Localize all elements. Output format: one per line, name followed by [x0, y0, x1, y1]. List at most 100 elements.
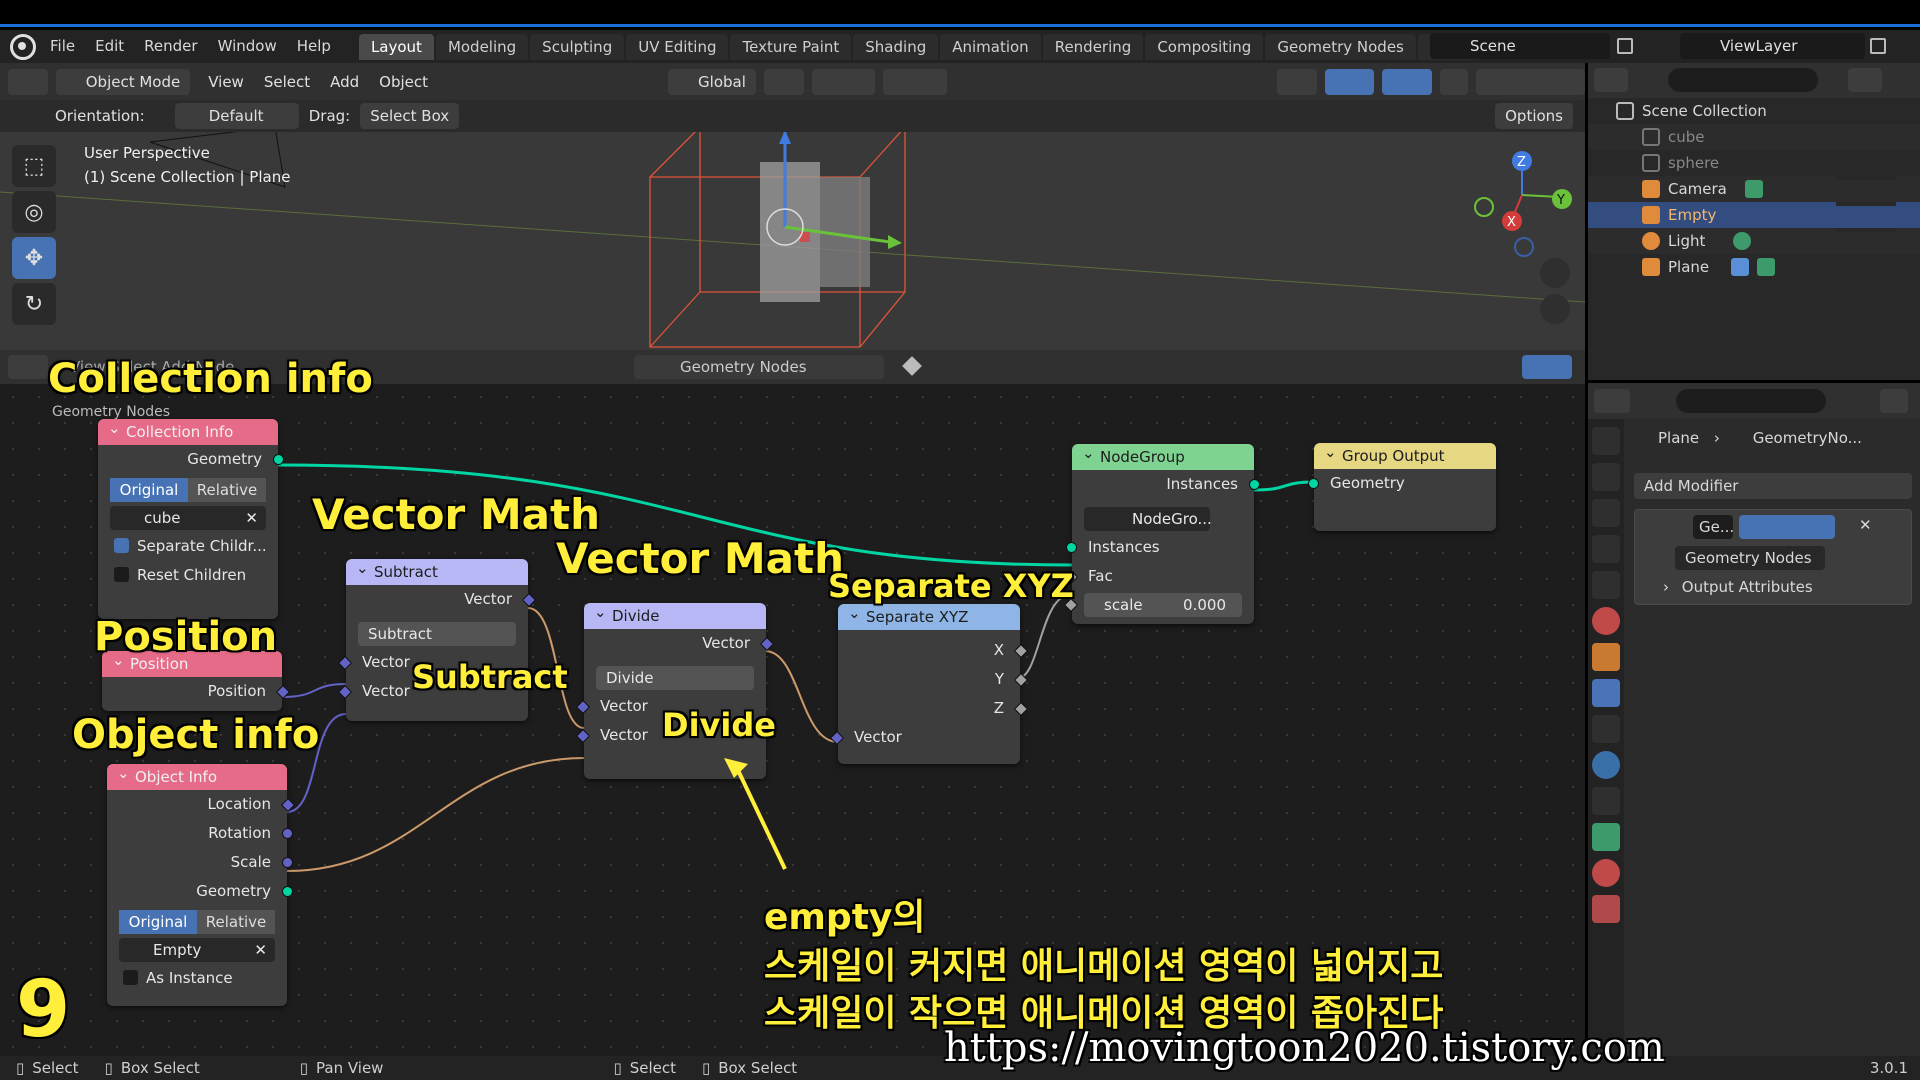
- node-divide[interactable]: Divide Vector Divide Vector Vector: [575, 599, 775, 779]
- modifier-toggles[interactable]: [1739, 515, 1835, 539]
- rotate-tool-icon[interactable]: ↻: [12, 283, 56, 325]
- object-tab-icon[interactable]: [1592, 643, 1620, 671]
- node-title[interactable]: Separate XYZ: [838, 600, 1020, 630]
- material-tab-icon[interactable]: [1592, 859, 1620, 887]
- wrench-icon[interactable]: [1731, 258, 1750, 276]
- close-icon[interactable]: ✕: [1859, 516, 1872, 534]
- data-tab-icon[interactable]: [1592, 823, 1620, 851]
- drag-dropdown[interactable]: Select Box: [360, 103, 460, 129]
- snap-icon[interactable]: [811, 68, 876, 95]
- tool-tab-icon[interactable]: [1592, 427, 1620, 455]
- outliner-search-input[interactable]: [1668, 68, 1818, 92]
- tab-uv-editing[interactable]: UV Editing: [626, 33, 729, 60]
- geometry-socket[interactable]: [1249, 479, 1260, 490]
- outliner-item-cube[interactable]: cube: [1588, 124, 1920, 150]
- view-layer-tab-icon[interactable]: [1592, 535, 1620, 563]
- pin-icon[interactable]: [902, 356, 922, 376]
- menu-add[interactable]: Add: [320, 73, 369, 91]
- constraints-tab-icon[interactable]: [1592, 787, 1620, 815]
- navigation-gizmo[interactable]: Z Y X: [1470, 147, 1580, 257]
- option-separate-children[interactable]: Separate Childr...: [98, 532, 278, 561]
- modifier-tab-icon[interactable]: [1592, 679, 1620, 707]
- editor-type-button[interactable]: [8, 68, 48, 95]
- physics-tab-icon[interactable]: [1592, 751, 1620, 779]
- object-mode-dropdown[interactable]: Object Mode: [55, 68, 191, 95]
- node-title[interactable]: Divide: [584, 599, 766, 629]
- select-tool-icon[interactable]: ⬚: [12, 145, 56, 187]
- option-as-instance[interactable]: As Instance: [107, 964, 287, 993]
- menu-view[interactable]: View: [198, 73, 254, 91]
- texture-tab-icon[interactable]: [1592, 895, 1620, 923]
- tab-geometry-nodes[interactable]: Geometry Nodes: [1265, 33, 1416, 60]
- gizmo-icon[interactable]: [1324, 68, 1375, 95]
- zoom-icon[interactable]: [1540, 258, 1570, 288]
- overlay-toggle-icon[interactable]: [1522, 355, 1572, 379]
- tab-texture-paint[interactable]: Texture Paint: [730, 33, 852, 60]
- output-tab-icon[interactable]: [1592, 499, 1620, 527]
- original-option[interactable]: Original: [110, 478, 188, 502]
- menu-help[interactable]: Help: [287, 30, 341, 63]
- menu-render[interactable]: Render: [134, 30, 207, 63]
- node-object-info[interactable]: Object Info Location Rotation Scale Geom…: [107, 760, 296, 1006]
- scene-new-icon[interactable]: [1617, 38, 1633, 54]
- 3d-viewport[interactable]: User Perspective (1) Scene Collection | …: [0, 132, 1585, 350]
- scene-selector[interactable]: Scene: [1430, 33, 1610, 59]
- vector-socket[interactable]: [282, 857, 293, 868]
- options-button[interactable]: Options: [1495, 103, 1573, 129]
- proportional-edit-icon[interactable]: [883, 68, 947, 95]
- menu-file[interactable]: File: [40, 30, 85, 63]
- add-modifier-button[interactable]: Add Modifier: [1634, 473, 1912, 499]
- blender-logo-icon[interactable]: [10, 33, 36, 60]
- tab-rendering[interactable]: Rendering: [1042, 33, 1144, 60]
- menu-window[interactable]: Window: [208, 30, 287, 63]
- node-title[interactable]: NodeGroup: [1072, 440, 1254, 470]
- checkbox[interactable]: [114, 567, 129, 582]
- node-collection-info[interactable]: Collection Info Geometry Original Relati…: [98, 415, 284, 619]
- close-icon[interactable]: ✕: [245, 506, 258, 530]
- checkbox[interactable]: [123, 970, 138, 985]
- node-title[interactable]: Subtract: [346, 555, 528, 585]
- node-title[interactable]: Object Info: [107, 760, 287, 790]
- scale-field[interactable]: scale 0.000: [1063, 593, 1242, 617]
- object-field[interactable]: Empty ✕: [119, 938, 275, 962]
- view-layer-new-icon[interactable]: [1870, 38, 1886, 54]
- visibility-eye-icons[interactable]: [1836, 150, 1896, 280]
- node-group[interactable]: NodeGroup Instances NodeGro... Instances…: [1063, 440, 1260, 624]
- node-subtract[interactable]: Subtract Vector Subtract Vector Vector: [337, 555, 537, 721]
- geometry-socket[interactable]: [282, 886, 293, 897]
- render-tab-icon[interactable]: [1592, 463, 1620, 491]
- tab-layout[interactable]: Layout: [358, 33, 434, 60]
- tab-sculpting[interactable]: Sculpting: [530, 33, 625, 60]
- close-icon[interactable]: ✕: [254, 938, 267, 962]
- scene-tab-icon[interactable]: [1592, 571, 1620, 599]
- group-selector[interactable]: NodeGro...: [1084, 507, 1212, 531]
- checkbox[interactable]: [114, 538, 129, 553]
- view-layer-selector[interactable]: ViewLayer: [1680, 33, 1865, 59]
- shading-modes[interactable]: [1475, 68, 1585, 95]
- collection-field[interactable]: cube ✕: [110, 506, 266, 530]
- tab-compositing[interactable]: Compositing: [1145, 33, 1264, 60]
- menu-object[interactable]: Object: [369, 73, 438, 91]
- relative-option[interactable]: Relative: [188, 478, 266, 502]
- properties-search-input[interactable]: [1676, 389, 1826, 413]
- overlay-icon[interactable]: [1382, 68, 1432, 95]
- node-title[interactable]: Collection Info: [98, 415, 278, 445]
- geometry-socket[interactable]: [1308, 478, 1319, 489]
- tab-shading[interactable]: Shading: [853, 33, 939, 60]
- move-tool-icon[interactable]: ✥: [12, 237, 56, 279]
- tab-animation[interactable]: Animation: [940, 33, 1041, 60]
- operation-dropdown[interactable]: Divide: [596, 666, 754, 690]
- visibility-icon[interactable]: [1276, 68, 1317, 95]
- node-position[interactable]: Position Position: [102, 647, 291, 711]
- mesh-data-icon[interactable]: [1757, 258, 1776, 276]
- orientation-dropdown[interactable]: Default: [174, 103, 299, 129]
- node-title[interactable]: Group Output: [1314, 439, 1496, 469]
- relative-option[interactable]: Relative: [197, 910, 275, 934]
- pan-hand-icon[interactable]: [1540, 294, 1570, 324]
- transform-orientation-dropdown[interactable]: Global: [668, 68, 756, 95]
- geometry-node-tree-field[interactable]: Geometry Nodes: [1675, 546, 1825, 570]
- cursor-tool-icon[interactable]: ◎: [12, 191, 56, 233]
- world-tab-icon[interactable]: [1592, 607, 1620, 635]
- operation-dropdown[interactable]: Subtract: [358, 622, 516, 646]
- camera-data-icon[interactable]: [1744, 180, 1763, 198]
